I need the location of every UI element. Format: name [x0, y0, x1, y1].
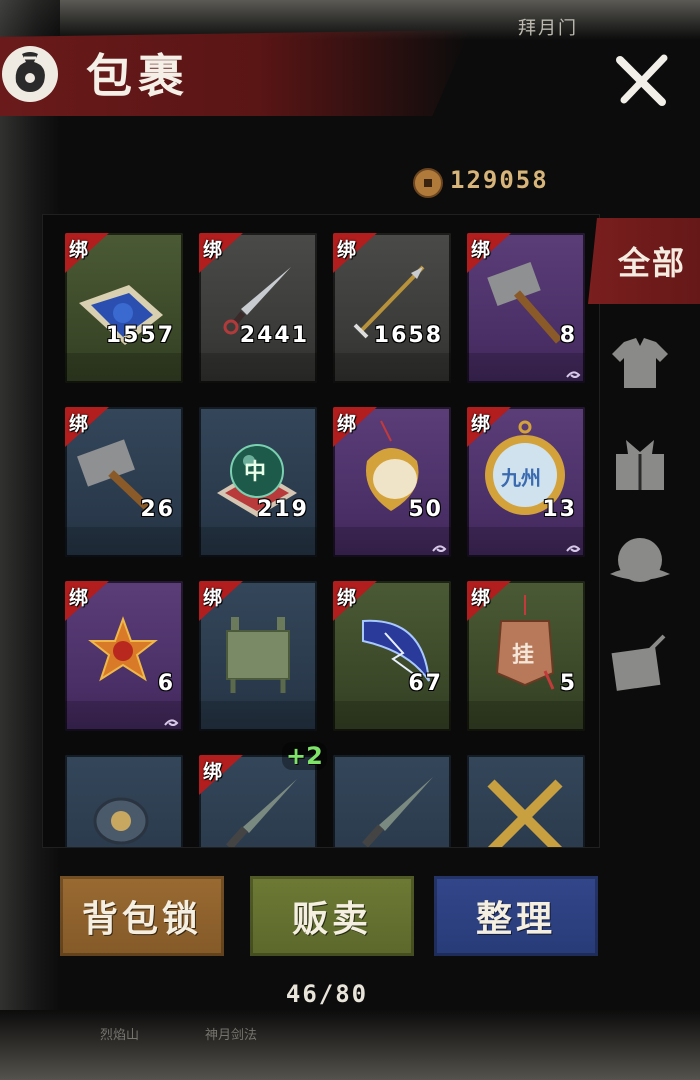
- bind-label: 绑: [471, 413, 491, 435]
- item-quantity: 1658: [373, 323, 443, 348]
- inventory-slot-15[interactable]: [333, 755, 451, 847]
- item-quantity: 13: [542, 497, 577, 522]
- item-quantity: 67: [408, 671, 443, 696]
- curl-ornament: [566, 545, 581, 552]
- item-quantity: 50: [408, 497, 443, 522]
- top-right-text: 拜月门: [518, 18, 578, 39]
- item-quantity: 1557: [105, 323, 175, 348]
- upgrade-bonus-label: +2: [282, 742, 327, 770]
- tab-all-label: 全部: [618, 244, 687, 282]
- inventory-slot-11[interactable]: 绑 67: [333, 581, 451, 731]
- bind-label: 绑: [471, 239, 491, 261]
- inventory-slot-5[interactable]: 绑 26: [65, 407, 183, 557]
- orb-text: 中: [244, 459, 267, 485]
- copper-coin-icon: [413, 168, 443, 198]
- bind-label: 绑: [203, 761, 223, 783]
- curl-ornament: [566, 371, 581, 378]
- inventory-slot-10[interactable]: 绑: [199, 581, 317, 731]
- hat-icon[interactable]: [606, 530, 674, 598]
- bind-label: 绑: [471, 587, 491, 609]
- background-text-1: 烈焰山: [100, 1028, 140, 1043]
- inventory-slot-16[interactable]: [467, 755, 585, 847]
- clothing-icon[interactable]: [606, 330, 674, 398]
- item-quantity: 2441: [239, 323, 309, 348]
- bind-label: 绑: [203, 239, 223, 261]
- bind-label: 绑: [69, 587, 89, 609]
- gift-box-icon[interactable]: [606, 430, 674, 498]
- bag-lock-button[interactable]: 背包锁: [60, 876, 224, 956]
- inventory-slot-6[interactable]: 中 219: [199, 407, 317, 557]
- item-quantity: 6: [157, 671, 175, 696]
- header-banner: [0, 30, 470, 116]
- bind-label: 绑: [337, 239, 357, 261]
- inventory-slot-7[interactable]: 绑 50: [333, 407, 451, 557]
- sword-icon: [362, 777, 433, 847]
- page-title: 包裹: [86, 49, 190, 103]
- bind-label: 绑: [337, 413, 357, 435]
- item-quantity: 219: [257, 497, 309, 522]
- curl-ornament: [432, 545, 447, 552]
- inventory-slot-1[interactable]: 绑 1557: [65, 233, 183, 383]
- item-quantity: 26: [140, 497, 175, 522]
- bind-label: 绑: [203, 587, 223, 609]
- bind-label: 绑: [69, 239, 89, 261]
- sell-button[interactable]: 贩卖: [250, 876, 414, 956]
- inventory-slot-13[interactable]: [65, 755, 183, 847]
- item-quantity: 8: [559, 323, 577, 348]
- inventory-slot-3[interactable]: 绑 1658: [333, 233, 451, 383]
- inventory-slot-8[interactable]: 九州 绑 13: [467, 407, 585, 557]
- inventory-slot-12[interactable]: 挂 绑 5: [467, 581, 585, 731]
- item-quantity: 5: [559, 671, 577, 696]
- amulet-icon: [93, 797, 149, 845]
- crossed-drills-icon: [487, 779, 563, 847]
- bind-label: 绑: [69, 413, 89, 435]
- curl-ornament: [164, 719, 179, 726]
- coin-amount: 129058: [450, 166, 549, 194]
- background-text-2: 神月剑法: [205, 1028, 258, 1043]
- bag-icon: [2, 46, 58, 102]
- sort-button[interactable]: 整理: [434, 876, 598, 956]
- inventory-slot-2[interactable]: 绑 2441: [199, 233, 317, 383]
- close-button[interactable]: [612, 50, 672, 110]
- background-bottom: [0, 1010, 700, 1080]
- medal-text: 九州: [501, 466, 541, 490]
- token-text: 挂: [512, 642, 535, 668]
- bind-label: 绑: [337, 587, 357, 609]
- capacity-counter: 46/80: [285, 980, 369, 1008]
- inventory-slot-9[interactable]: 绑 6: [65, 581, 183, 731]
- inventory-slot-4[interactable]: 绑 8: [467, 233, 585, 383]
- scroll-icon[interactable]: [606, 630, 674, 698]
